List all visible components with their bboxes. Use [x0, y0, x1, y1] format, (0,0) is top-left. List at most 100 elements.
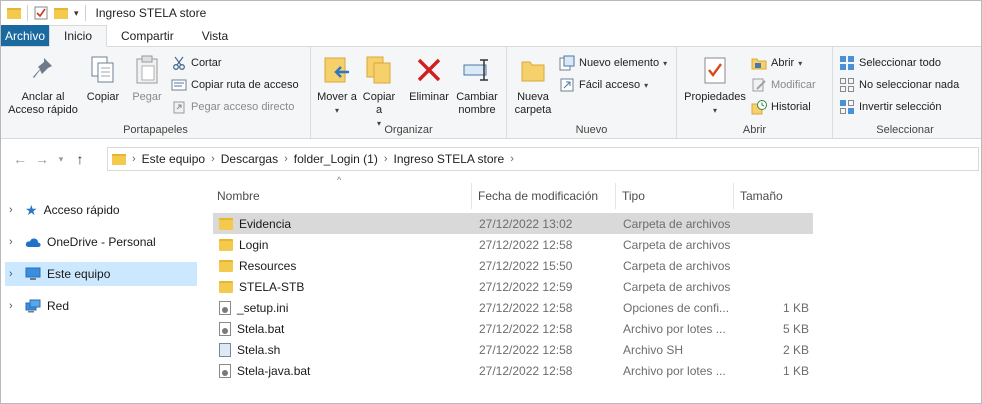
table-row[interactable]: STELA-STB 27/12/2022 12:59 Carpeta de arch…: [213, 276, 813, 297]
select-none-label: No seleccionar nada: [859, 79, 960, 91]
copy-path-icon: [171, 77, 187, 93]
edit-button[interactable]: Modificar: [751, 77, 816, 93]
forward-arrow-icon[interactable]: →: [31, 151, 53, 167]
select-none-button[interactable]: No seleccionar nada: [839, 77, 959, 93]
file-name: Evidencia: [239, 216, 292, 231]
tab-vista[interactable]: Vista: [188, 25, 242, 46]
open-button[interactable]: Abrir ▾: [751, 55, 802, 71]
copy-to-button[interactable]: Copiar a ▾: [359, 53, 399, 130]
cloud-icon: [25, 237, 41, 248]
column-header-size[interactable]: Tamaño: [736, 185, 808, 207]
file-date: 27/12/2022 15:50: [479, 258, 573, 273]
breadcrumb-folder-login[interactable]: folder_Login (1): [294, 152, 378, 166]
file-name-cell: STELA-STB: [219, 276, 469, 297]
file-type: Archivo por lotes ...: [623, 321, 726, 336]
file-name-cell: Login: [219, 234, 469, 255]
breadcrumb-este-equipo[interactable]: Este equipo: [142, 152, 205, 166]
table-row[interactable]: Stela.bat 27/12/2022 12:58 Archivo por lot…: [213, 318, 813, 339]
select-all-label: Seleccionar todo: [859, 57, 941, 69]
folder-icon: [219, 259, 233, 272]
tab-inicio[interactable]: Inicio: [49, 25, 108, 47]
chevron-right-icon[interactable]: ›: [9, 300, 19, 312]
delete-button[interactable]: Eliminar: [407, 53, 451, 104]
chevron-right-icon[interactable]: ›: [384, 153, 388, 165]
new-folder-button[interactable]: Nueva carpeta: [511, 53, 555, 117]
rename-label: Cambiar nombre: [456, 91, 498, 116]
column-header-type[interactable]: Tipo: [618, 185, 730, 207]
chevron-right-icon[interactable]: ›: [284, 153, 288, 165]
table-row[interactable]: _setup.ini 27/12/2022 12:58 Opciones de co…: [213, 297, 813, 318]
breadcrumb-descargas[interactable]: Descargas: [221, 152, 278, 166]
history-button[interactable]: Historial: [751, 99, 811, 115]
cut-button[interactable]: Cortar: [171, 55, 222, 71]
chevron-right-icon[interactable]: ›: [510, 153, 514, 165]
file-size: 1 KB: [782, 363, 809, 378]
paste-shortcut-button[interactable]: Pegar acceso directo: [171, 99, 294, 115]
group-label-abrir: Abrir: [742, 124, 767, 136]
easy-access-icon: [559, 77, 575, 93]
table-row[interactable]: Stela-java.bat 27/12/2022 12:58 Archivo po…: [213, 360, 813, 381]
paste-button[interactable]: Pegar: [127, 53, 167, 104]
rename-button[interactable]: Cambiar nombre: [453, 53, 501, 117]
file-date: 27/12/2022 12:58: [479, 363, 573, 378]
group-organizar: Mover a ▾ Copiar a ▾ Eliminar Cambiar no…: [311, 47, 507, 138]
folder-icon[interactable]: [7, 7, 21, 19]
file-name: Resources: [239, 258, 297, 273]
tab-compartir[interactable]: Compartir: [107, 25, 188, 46]
file-name-cell: Stela.bat: [219, 318, 469, 339]
copy-icon: [87, 53, 119, 87]
nav-item-label: Red: [47, 299, 70, 313]
new-item-label: Nuevo elemento: [579, 57, 660, 69]
recent-locations-chevron-icon[interactable]: ▾: [53, 154, 69, 165]
chevron-right-icon[interactable]: ›: [9, 236, 19, 248]
table-row[interactable]: Evidencia 27/12/2022 13:02 Carpeta de arch…: [213, 213, 813, 234]
chevron-right-icon[interactable]: ›: [132, 153, 136, 165]
breadcrumb-ingreso-stela[interactable]: Ingreso STELA store: [394, 152, 505, 166]
customize-toolbar-icon[interactable]: ▾: [74, 8, 79, 19]
table-row[interactable]: Resources 27/12/2022 15:50 Carpeta de arch…: [213, 255, 813, 276]
properties-label: Propiedades: [684, 91, 746, 103]
chevron-right-icon[interactable]: ›: [211, 153, 215, 165]
address-bar[interactable]: › Este equipo › Descargas › folder_Login…: [107, 147, 979, 171]
nav-item-onedrive[interactable]: › OneDrive - Personal: [5, 230, 197, 254]
file-size: [737, 213, 809, 234]
column-divider[interactable]: [471, 183, 472, 209]
properties-check-icon[interactable]: [34, 6, 48, 20]
column-divider[interactable]: [615, 183, 616, 209]
column-header-name[interactable]: Nombre: [213, 185, 469, 207]
folder-icon: [219, 280, 233, 293]
chevron-right-icon[interactable]: ›: [9, 204, 19, 216]
group-label-organizar: Organizar: [384, 124, 433, 136]
file-date: 27/12/2022 13:02: [479, 216, 573, 231]
back-arrow-icon[interactable]: ←: [9, 151, 31, 167]
edit-label: Modificar: [771, 79, 816, 91]
copy-label: Copiar: [86, 91, 120, 103]
copy-button[interactable]: Copiar: [83, 53, 123, 104]
new-item-icon: [559, 55, 575, 71]
properties-button[interactable]: Propiedades ▾: [681, 53, 749, 117]
select-all-icon: [839, 55, 855, 71]
column-header-date[interactable]: Fecha de modificación: [474, 185, 614, 207]
nav-item-acceso-rapido[interactable]: › ★ Acceso rápido: [5, 198, 197, 222]
move-to-button[interactable]: Mover a ▾: [317, 53, 357, 117]
pin-quick-access-button[interactable]: Anclar al Acceso rápido: [5, 53, 81, 117]
table-row[interactable]: Login 27/12/2022 12:58 Carpeta de archivos: [213, 234, 813, 255]
up-arrow-icon[interactable]: ↑: [69, 151, 91, 167]
table-row[interactable]: Stela.sh 27/12/2022 12:58 Archivo SH 2 KB: [213, 339, 813, 360]
tab-archivo[interactable]: Archivo: [1, 25, 49, 46]
chevron-down-icon: ▾: [334, 106, 339, 115]
invert-selection-button[interactable]: Invertir selección: [839, 99, 942, 115]
new-folder-icon[interactable]: [54, 7, 68, 19]
select-all-button[interactable]: Seleccionar todo: [839, 55, 941, 71]
paste-shortcut-label: Pegar acceso directo: [191, 101, 295, 113]
column-divider[interactable]: [733, 183, 734, 209]
new-item-button[interactable]: Nuevo elemento ▾: [559, 55, 667, 71]
easy-access-button[interactable]: Fácil acceso ▾: [559, 77, 648, 93]
copy-path-button[interactable]: Copiar ruta de acceso: [171, 77, 299, 93]
copy-folder-icon: [363, 53, 395, 87]
chevron-right-icon[interactable]: ›: [9, 268, 19, 280]
delete-x-icon: [413, 53, 445, 87]
nav-item-este-equipo[interactable]: › Este equipo: [5, 262, 197, 286]
move-to-label: Mover a: [317, 91, 357, 103]
nav-item-red[interactable]: › Red: [5, 294, 197, 318]
